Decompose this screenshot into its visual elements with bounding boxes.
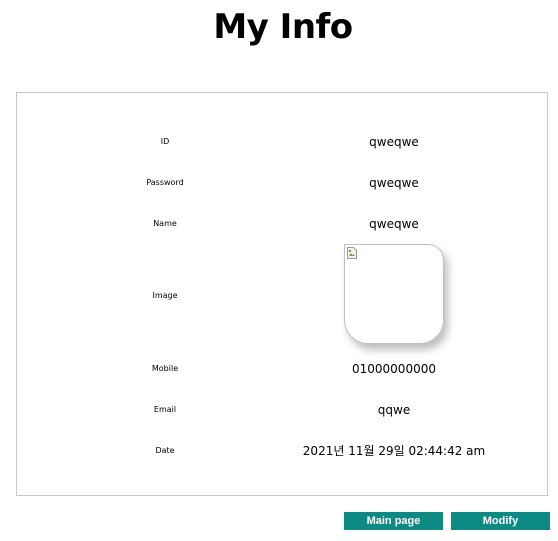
info-panel [16,92,548,496]
date-label: Date [155,446,175,455]
page-title: My Info [213,7,353,47]
id-label: ID [160,137,170,146]
image-label: Image [152,291,178,300]
mobile-label: Mobile [151,364,179,373]
broken-image-icon [347,247,357,259]
mobile-value: 01000000000 [352,362,436,376]
main-page-button[interactable]: Main page [344,512,443,530]
password-label: Password [146,178,184,187]
profile-image [344,244,444,344]
name-value: qweqwe [369,217,419,231]
modify-button[interactable]: Modify [451,512,550,530]
id-value: qweqwe [369,135,419,149]
email-value: qqwe [377,403,411,417]
email-label: Email [153,405,177,414]
date-value: 2021년 11월 29일 02:44:42 am [302,444,486,458]
name-label: Name [153,219,177,228]
password-value: qweqwe [369,176,419,190]
